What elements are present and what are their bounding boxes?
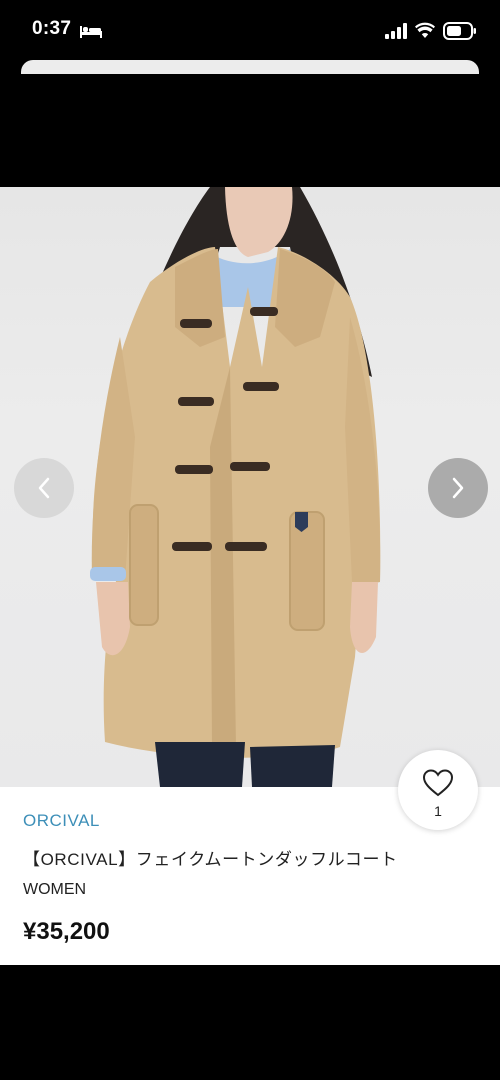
- status-time: 0:37: [32, 18, 72, 39]
- bed-icon: [80, 26, 102, 38]
- product-image[interactable]: [0, 187, 500, 787]
- favorite-count: 1: [434, 803, 442, 819]
- carousel-prev-button[interactable]: [14, 458, 74, 518]
- carousel-next-button[interactable]: [428, 458, 488, 518]
- product-photo: [90, 187, 381, 787]
- brand-link[interactable]: ORCIVAL: [23, 811, 100, 831]
- chevron-left-icon: [38, 477, 50, 499]
- signal-icon: [385, 23, 407, 39]
- chevron-right-icon: [452, 477, 464, 499]
- sheet-top: [21, 60, 479, 74]
- screen: 0:37 ORCIVAL 【ORCIVAL】フェイクムートンダッフルコート WO…: [0, 0, 500, 1080]
- category-label: WOMEN: [23, 881, 87, 898]
- status-bar: 0:37: [0, 0, 500, 62]
- battery-icon: [443, 22, 476, 40]
- wifi-icon: [415, 22, 435, 38]
- product-price: ¥35,200: [23, 918, 110, 945]
- product-name[interactable]: 【ORCIVAL】フェイクムートンダッフルコート: [23, 845, 398, 870]
- heart-icon: [422, 769, 454, 797]
- favorite-button[interactable]: 1: [398, 750, 478, 830]
